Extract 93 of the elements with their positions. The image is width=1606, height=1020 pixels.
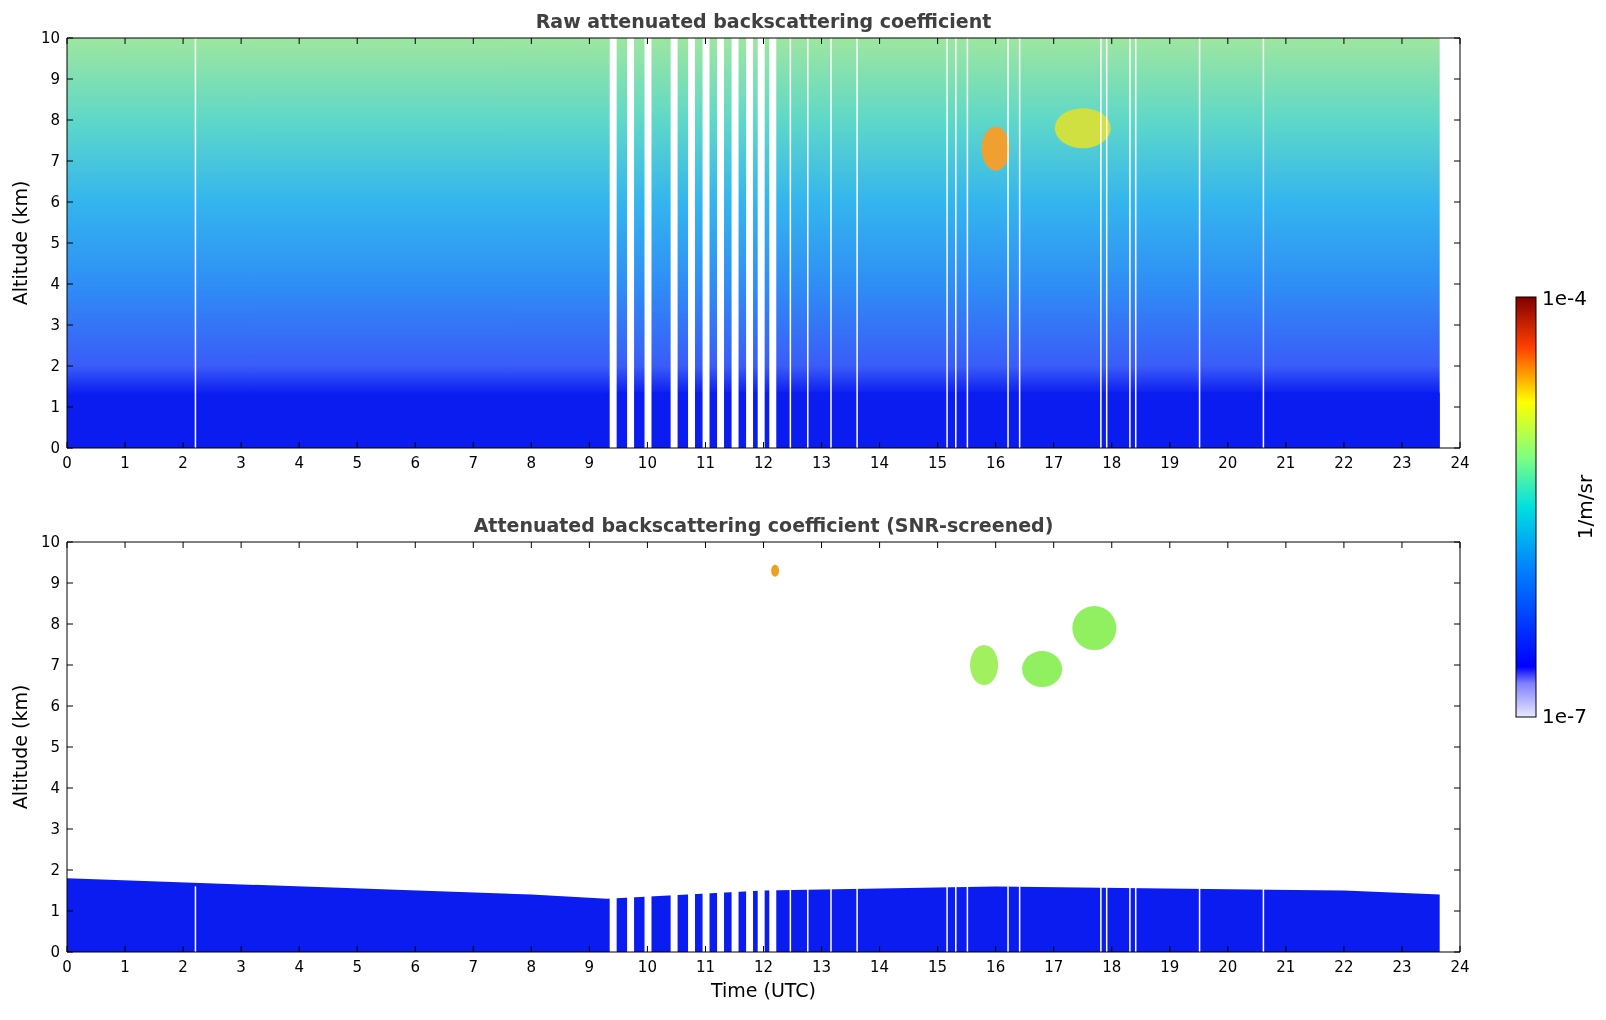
cloud-patch (1054, 108, 1111, 149)
tick-label: 8 (526, 958, 537, 976)
tick-label: 3 (236, 454, 246, 472)
tick-label: 2 (50, 357, 60, 375)
tick-label: 5 (352, 454, 362, 472)
tick-label: 20 (1218, 454, 1238, 472)
tick-label: 10 (637, 958, 657, 976)
tick-label: 18 (1102, 958, 1122, 976)
tick-label: 7 (50, 656, 60, 674)
tick-label: 11 (695, 958, 715, 976)
plot-title: Attenuated backscattering coefficient (SNR-screened) (473, 514, 1054, 536)
tick-label: 10 (40, 29, 60, 47)
tick-label: 1 (50, 398, 60, 416)
tick-label: 24 (1450, 958, 1470, 976)
data-gap (194, 886, 197, 952)
tick-label: 15 (928, 454, 948, 472)
tick-label: 6 (410, 958, 420, 976)
tick-label: 23 (1392, 454, 1412, 472)
tick-label: 13 (812, 958, 832, 976)
tick-label: 1 (120, 454, 130, 472)
axis-label: Altitude (km) (9, 684, 31, 810)
tick-label: 9 (584, 958, 595, 976)
cloud-patch (771, 564, 780, 577)
tick-label: 3 (50, 820, 60, 838)
tick-label: 10 (40, 533, 60, 551)
tick-label: 9 (584, 454, 595, 472)
tick-label: 4 (50, 779, 60, 797)
tick-label: 18 (1102, 454, 1122, 472)
tick-label: 4 (294, 958, 304, 976)
tick-label: 13 (812, 454, 832, 472)
tick-label: 10 (637, 454, 657, 472)
tick-label: 11 (695, 454, 715, 472)
tick-label: 6 (50, 697, 60, 715)
tick-label: 0 (62, 958, 72, 976)
tick-label: 21 (1276, 454, 1296, 472)
tick-label: 4 (294, 454, 304, 472)
tick-label: 20 (1218, 958, 1238, 976)
tick-label: 0 (50, 439, 60, 457)
tick-label: 12 (753, 958, 774, 976)
tick-label: 22 (1334, 454, 1354, 472)
tick-label: 0 (62, 454, 72, 472)
data-gap (966, 886, 969, 952)
cloud-patch (1072, 606, 1117, 651)
cloud-patch (970, 645, 999, 685)
plot-title: Raw attenuated backscattering coefficient (535, 10, 992, 32)
data-gap (1262, 886, 1265, 952)
tick-label: 2 (178, 958, 188, 976)
tick-label: 14 (870, 958, 890, 976)
tick-label: 17 (1044, 958, 1064, 976)
tick-label: 5 (50, 234, 60, 252)
tick-label: 1 (120, 958, 130, 976)
data-gap (1198, 886, 1201, 952)
tick-label: 9 (50, 574, 60, 592)
tick-label: 8 (526, 454, 537, 472)
tick-label: 3 (236, 958, 246, 976)
tick-label: 7 (50, 152, 60, 170)
tick-label: 12 (753, 454, 774, 472)
data-gap (1018, 886, 1021, 952)
data-gap (1134, 886, 1137, 952)
tick-label: 7 (468, 454, 479, 472)
tick-label: 8 (50, 615, 60, 633)
tick-label: 16 (986, 958, 1006, 976)
data-gap (1105, 886, 1108, 952)
tick-label: 1 (50, 902, 60, 920)
tick-label: 3 (50, 316, 60, 334)
tick-label: 21 (1276, 958, 1296, 976)
tick-label: 19 (1160, 958, 1180, 976)
tick-label: 14 (870, 454, 890, 472)
cloud-patch (981, 126, 1010, 171)
tick-label: 16 (986, 454, 1006, 472)
tick-label: 7 (468, 958, 479, 976)
tick-label: 8 (50, 111, 60, 129)
tick-label: 0 (50, 943, 60, 961)
tick-label: 5 (352, 958, 362, 976)
tick-label: 19 (1160, 454, 1180, 472)
tick-label: 4 (50, 275, 60, 293)
tick-label: 6 (50, 193, 60, 211)
tick-label: 2 (178, 454, 188, 472)
tick-label: 5 (50, 738, 60, 756)
tick-label: 22 (1334, 958, 1354, 976)
tick-label: 24 (1450, 454, 1470, 472)
tick-label: 17 (1044, 454, 1064, 472)
tick-label: 2 (50, 861, 60, 879)
tick-label: 23 (1392, 958, 1412, 976)
axis-label: Altitude (km) (9, 180, 31, 306)
colorbar-title: 1/m/sr (1573, 474, 1597, 540)
colorbar-label: 1e-7 (1542, 704, 1587, 728)
axis-label: Time (UTC) (711, 979, 816, 1001)
tick-label: 6 (410, 454, 420, 472)
tick-label: 15 (928, 958, 948, 976)
cloud-patch (1022, 651, 1063, 688)
tick-label: 9 (50, 70, 60, 88)
colorbar-label: 1e-4 (1542, 286, 1587, 310)
